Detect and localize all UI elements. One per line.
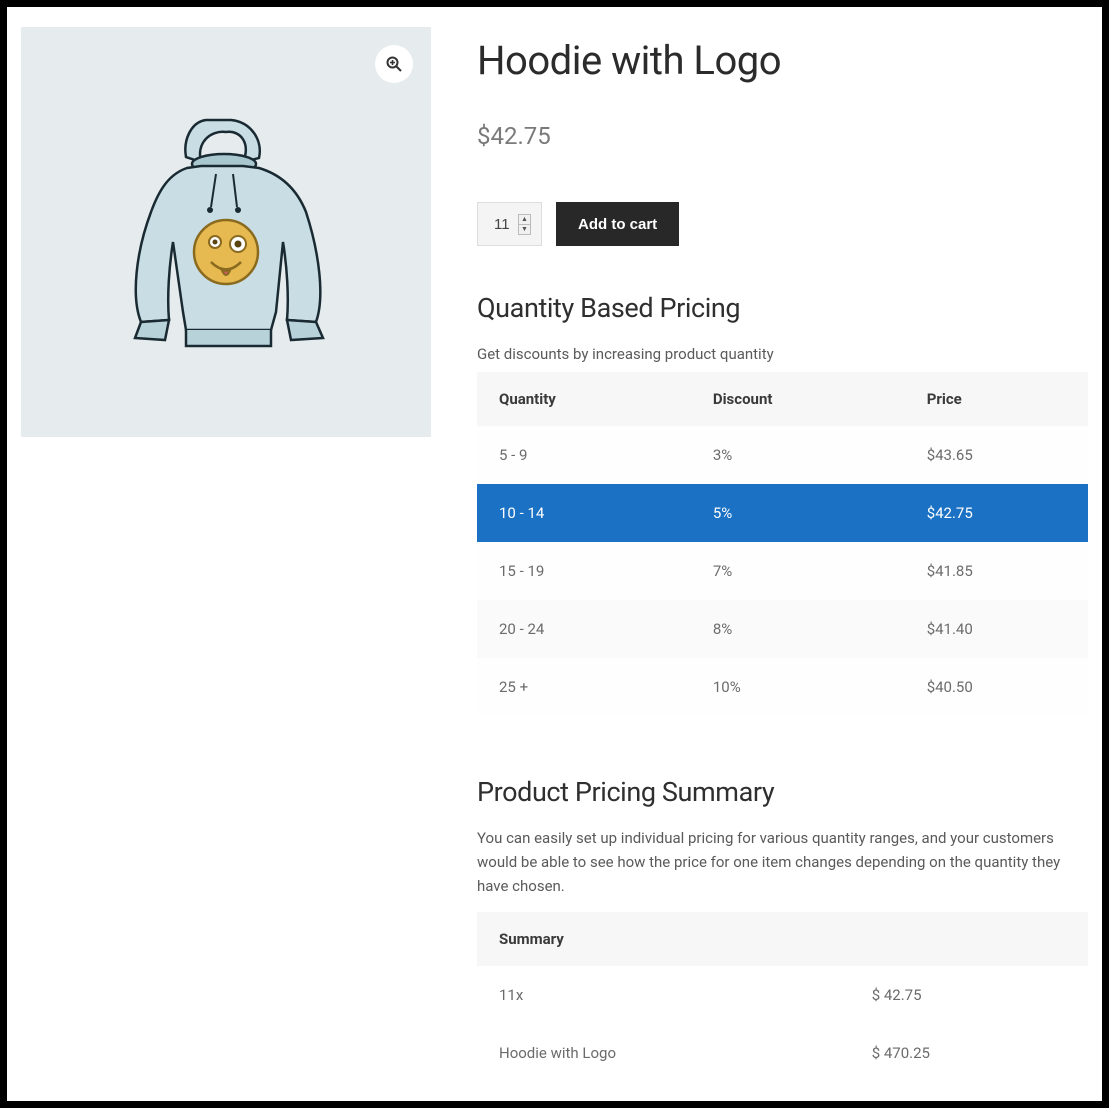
pricing-row[interactable]: 15 - 197%$41.85 [477,542,1088,600]
quantity-input[interactable] [492,215,518,234]
col-price: Price [905,372,1088,426]
cell-discount: 7% [691,542,905,600]
summary-row: Hoodie with Logo$ 470.25 [477,1024,1088,1082]
cell-price: $40.50 [905,658,1088,716]
summary-value: $ 470.25 [850,1024,1088,1082]
summary-row: 11x$ 42.75 [477,966,1088,1024]
add-to-cart-form: ▲ ▼ Add to cart [477,202,1088,246]
stepper-controls: ▲ ▼ [518,214,531,235]
pricing-row[interactable]: 10 - 145%$42.75 [477,484,1088,542]
summary-subtext: You can easily set up individual pricing… [477,826,1088,898]
pricing-row[interactable]: 20 - 248%$41.40 [477,600,1088,658]
pricing-table: Quantity Discount Price 5 - 93%$43.6510 … [477,372,1088,716]
pricing-subtext: Get discounts by increasing product quan… [477,342,1088,366]
cell-quantity: 20 - 24 [477,600,691,658]
pricing-heading: Quantity Based Pricing [477,292,1088,324]
product-title: Hoodie with Logo [477,37,1088,84]
summary-label: Hoodie with Logo [477,1024,850,1082]
stepper-up-icon[interactable]: ▲ [519,215,530,225]
add-to-cart-button[interactable]: Add to cart [556,202,679,246]
cell-price: $42.75 [905,484,1088,542]
quantity-stepper[interactable]: ▲ ▼ [477,202,542,246]
stepper-down-icon[interactable]: ▼ [519,225,530,234]
pricing-row[interactable]: 25 +10%$40.50 [477,658,1088,716]
product-page: Hoodie with Logo $42.75 ▲ ▼ Add to cart … [0,0,1109,1108]
zoom-icon[interactable] [375,45,413,83]
cell-quantity: 15 - 19 [477,542,691,600]
cell-price: $41.85 [905,542,1088,600]
cell-quantity: 25 + [477,658,691,716]
cell-discount: 5% [691,484,905,542]
cell-discount: 10% [691,658,905,716]
cell-discount: 8% [691,600,905,658]
cell-price: $41.40 [905,600,1088,658]
product-image[interactable] [21,27,431,437]
summary-table: Summary 11x$ 42.75Hoodie with Logo$ 470.… [477,912,1088,1082]
summary-label: 11x [477,966,850,1024]
col-quantity: Quantity [477,372,691,426]
summary-heading: Product Pricing Summary [477,776,1088,808]
cell-discount: 3% [691,426,905,484]
cell-price: $43.65 [905,426,1088,484]
hoodie-illustration [111,102,341,362]
gallery-column [21,27,431,1101]
cell-quantity: 5 - 9 [477,426,691,484]
col-discount: Discount [691,372,905,426]
cell-quantity: 10 - 14 [477,484,691,542]
product-price: $42.75 [477,122,1088,150]
pricing-row[interactable]: 5 - 93%$43.65 [477,426,1088,484]
details-column: Hoodie with Logo $42.75 ▲ ▼ Add to cart … [477,27,1088,1101]
col-summary: Summary [477,912,1088,966]
summary-value: $ 42.75 [850,966,1088,1024]
